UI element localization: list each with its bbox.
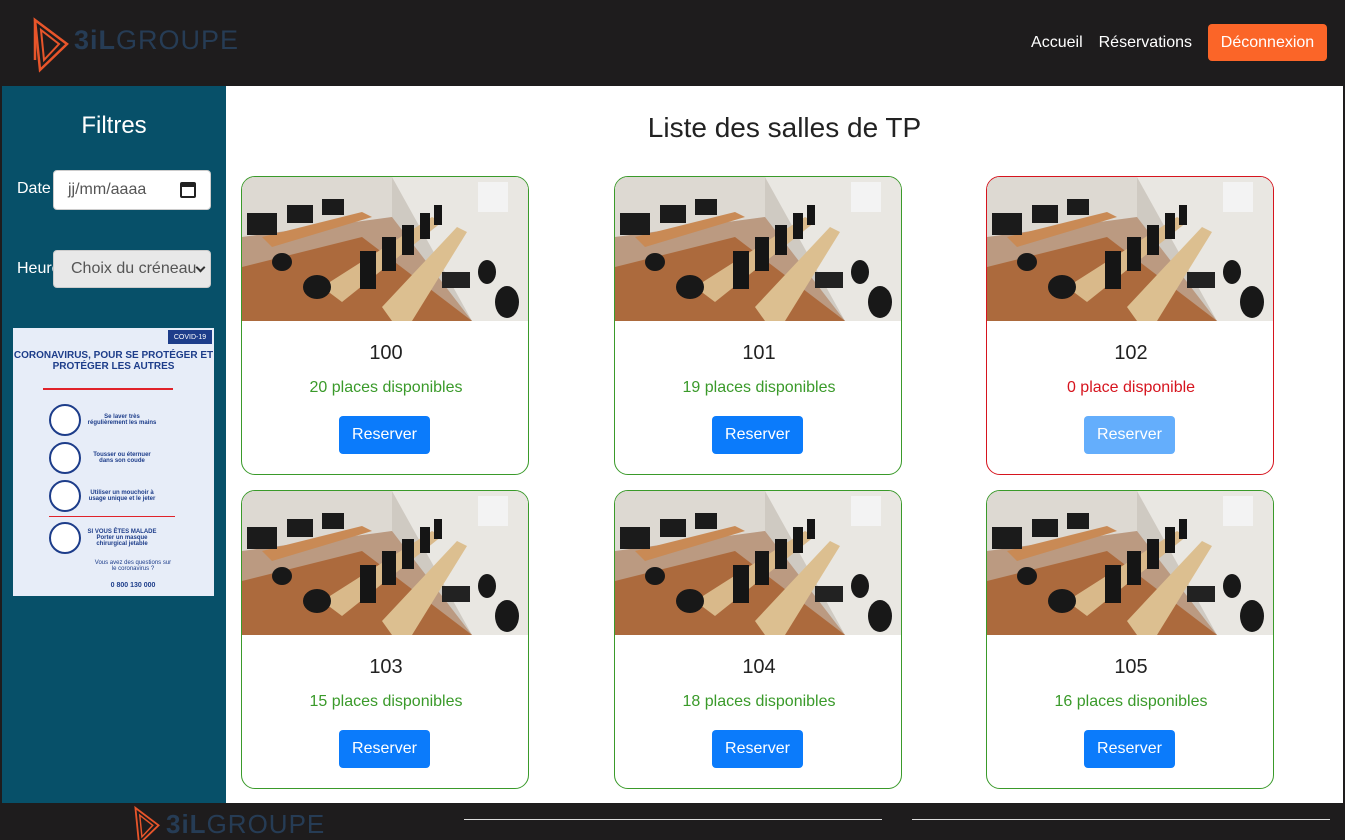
logo[interactable]: 3iLGROUPE <box>32 16 239 74</box>
header: 3iLGROUPE Accueil Réservations Déconnexi… <box>2 2 1343 86</box>
classroom-photo <box>987 491 1273 635</box>
time-slot-select[interactable]: Choix du créneau <box>53 250 211 288</box>
room-availability: 16 places disponibles <box>1054 693 1208 710</box>
room-availability: 15 places disponibles <box>309 693 463 710</box>
logo-text: 3iLGROUPE <box>74 24 240 55</box>
poster-title: CORONAVIRUS, POUR SE PROTÉGER ET PROTÉGE… <box>13 350 214 372</box>
classroom-photo <box>615 491 901 635</box>
room-name: 103 <box>369 656 403 678</box>
nav-home-link[interactable]: Accueil <box>1031 34 1083 52</box>
logout-button[interactable]: Déconnexion <box>1208 24 1327 61</box>
poster-phone: 0 800 130 000 <box>110 582 156 589</box>
reserve-button[interactable]: Reserver <box>1084 730 1175 768</box>
reserve-button[interactable]: Reserver <box>339 416 430 454</box>
logo-text: 3iLGROUPE <box>166 809 326 839</box>
date-label: Date <box>17 180 51 197</box>
cough-icon <box>49 442 81 474</box>
room-card: 100 20 places disponibles Reserver <box>241 176 529 475</box>
room-photo <box>242 491 528 635</box>
room-name: 101 <box>742 342 776 364</box>
poster-question: Vous avez des questions sur le coronavir… <box>94 560 172 572</box>
time-slot-value: Choix du créneau <box>71 260 197 277</box>
room-card: 105 16 places disponibles Reserver <box>986 490 1274 789</box>
room-card: 103 15 places disponibles Reserver <box>241 490 529 789</box>
room-photo <box>615 177 901 321</box>
room-availability: 20 places disponibles <box>309 379 463 396</box>
logo-play-icon <box>33 17 69 73</box>
poster-item: Utiliser un mouchoir à usage unique et l… <box>49 480 157 512</box>
poster-divider <box>43 388 173 390</box>
room-photo <box>615 491 901 635</box>
classroom-photo <box>615 177 901 321</box>
page-title: Liste des salles de TP <box>647 112 922 143</box>
room-card: 102 0 place disponible Reserver <box>986 176 1274 475</box>
footer: 3iLGROUPE <box>2 803 1343 840</box>
poster-item: Tousser ou éternuer dans son coude <box>49 442 157 474</box>
logo-play-icon <box>134 805 160 840</box>
room-name: 100 <box>369 342 403 364</box>
date-input[interactable]: jj/mm/aaaa <box>53 170 211 210</box>
reserve-button[interactable]: Reserver <box>712 416 803 454</box>
room-photo <box>242 177 528 321</box>
filters-title: Filtres <box>81 112 147 139</box>
mask-icon <box>49 522 81 554</box>
handwash-icon <box>49 404 81 436</box>
room-availability: 18 places disponibles <box>682 693 836 710</box>
reserve-button[interactable]: Reserver <box>712 730 803 768</box>
main-content: Liste des salles de TP 100 20 places dis… <box>226 86 1343 803</box>
room-card: 104 18 places disponibles Reserver <box>614 490 902 789</box>
top-nav: Accueil Réservations Déconnexion <box>1031 24 1327 61</box>
classroom-photo <box>242 491 528 635</box>
room-availability: 0 place disponible <box>1066 379 1196 396</box>
poster-item: Se laver très régulièrement les mains <box>49 404 157 436</box>
reserve-button: Reserver <box>1084 416 1175 454</box>
classroom-photo <box>987 177 1273 321</box>
reserve-button[interactable]: Reserver <box>339 730 430 768</box>
room-card: 101 19 places disponibles Reserver <box>614 176 902 475</box>
classroom-photo <box>242 177 528 321</box>
footer-divider <box>464 819 882 820</box>
poster-item: SI VOUS ÊTES MALADE Porter un masque chi… <box>49 522 157 554</box>
room-name: 105 <box>1114 656 1148 678</box>
footer-divider <box>912 819 1330 820</box>
tissue-icon <box>49 480 81 512</box>
room-photo <box>987 177 1273 321</box>
room-availability: 19 places disponibles <box>682 379 836 396</box>
filters-sidebar: Filtres Date jj/mm/aaaa Heure Choix du c… <box>2 86 226 803</box>
poster-divider <box>49 516 175 517</box>
room-name: 102 <box>1114 342 1148 364</box>
covid-poster: COVID-19 CORONAVIRUS, POUR SE PROTÉGER E… <box>13 328 214 596</box>
room-photo <box>987 491 1273 635</box>
footer-logo: 3iLGROUPE <box>132 805 325 840</box>
chevron-down-icon <box>195 262 206 273</box>
date-placeholder: jj/mm/aaaa <box>68 181 147 198</box>
room-name: 104 <box>742 656 776 678</box>
covid-badge: COVID-19 <box>168 330 212 344</box>
nav-reservations-link[interactable]: Réservations <box>1099 34 1192 52</box>
calendar-icon[interactable] <box>180 182 196 198</box>
